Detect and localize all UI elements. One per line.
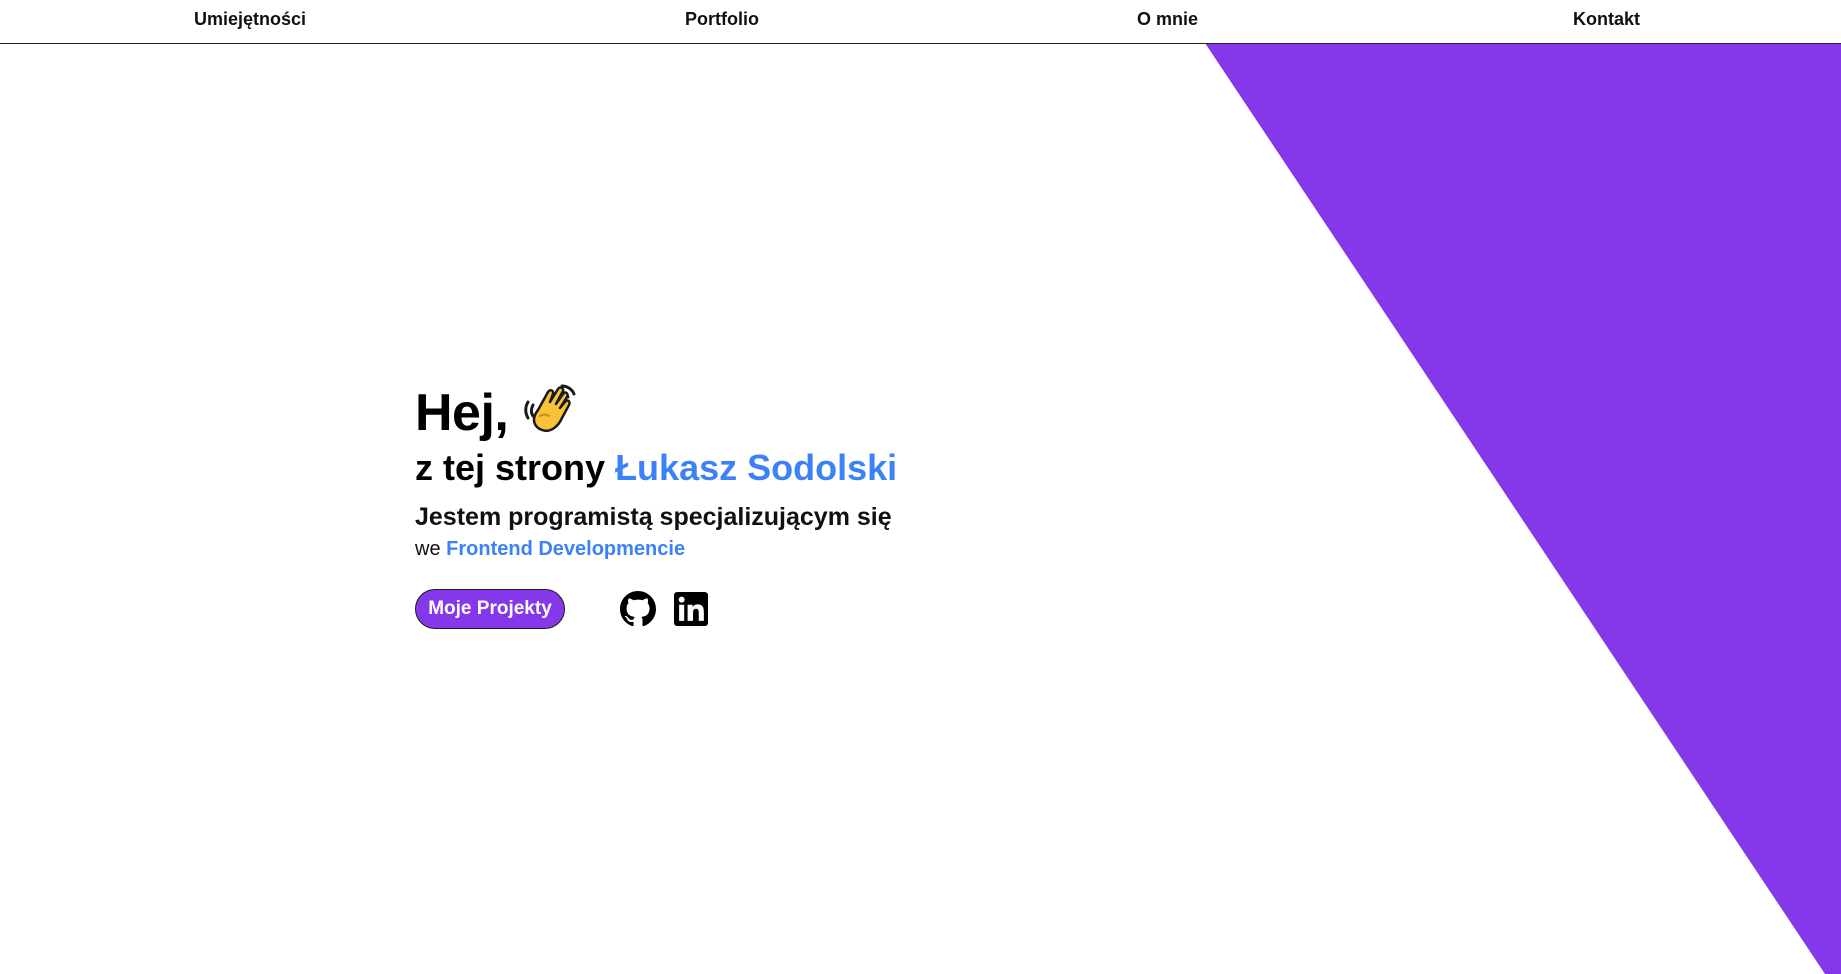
role-headline: Jestem programistą specjalizującym się	[415, 503, 892, 532]
name-prefix: z tej strony	[415, 447, 606, 488]
nav-item-kontakt[interactable]: Kontakt	[1573, 9, 1640, 30]
purple-decorative-triangle	[1205, 43, 1841, 974]
nav-item-umiejetnosci[interactable]: Umiejętności	[194, 9, 306, 30]
greeting-line: Hej,	[415, 380, 897, 446]
hero-actions: Moje Projekty	[415, 589, 897, 630]
page: Umiejętności Portfolio O mnie Kontakt He…	[0, 0, 1841, 974]
role-prefix: we	[415, 538, 441, 561]
role-subline: we Frontend Developmencie	[415, 538, 897, 561]
nav-item-o-mnie[interactable]: O mnie	[1137, 9, 1198, 30]
waving-hand-icon	[522, 380, 582, 440]
linkedin-icon[interactable]	[673, 591, 709, 627]
role-specialty: Frontend Developmencie	[446, 538, 686, 561]
name-line: z tej strony Łukasz Sodolski	[415, 446, 897, 489]
nav-item-portfolio[interactable]: Portfolio	[685, 9, 759, 30]
my-projects-button[interactable]: Moje Projekty	[415, 589, 565, 630]
top-navigation: Umiejętności Portfolio O mnie Kontakt	[0, 0, 1841, 44]
greeting-text: Hej,	[415, 384, 509, 442]
github-icon[interactable]	[620, 591, 656, 627]
social-links	[620, 591, 726, 627]
hero-section: Hej, z tej strony Łukasz Sodolski Jestem…	[415, 380, 897, 630]
author-name: Łukasz Sodolski	[615, 447, 898, 488]
